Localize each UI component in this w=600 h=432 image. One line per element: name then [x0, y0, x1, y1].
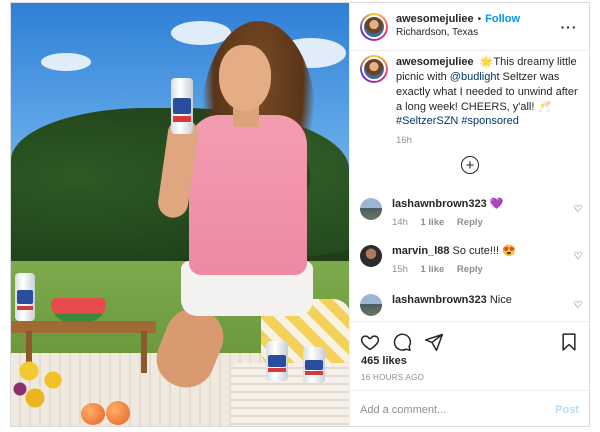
- comment-time[interactable]: 14h: [392, 217, 408, 228]
- follow-button[interactable]: Follow: [485, 13, 520, 27]
- photo-woman-top: [189, 115, 307, 275]
- add-comment-bar: Post: [350, 390, 589, 426]
- commenter-username[interactable]: marvin_l88: [392, 245, 449, 257]
- comment-likes[interactable]: 1 like: [421, 217, 445, 228]
- photo-peach: [81, 403, 105, 425]
- comment-text: Nice: [489, 294, 512, 306]
- photo-flowers: [11, 353, 71, 413]
- comment-time[interactable]: 15h: [392, 264, 408, 275]
- post-location[interactable]: Richardson, Texas: [396, 27, 559, 40]
- photo-seltzer-can: [266, 341, 288, 381]
- commenter-avatar[interactable]: [360, 198, 382, 220]
- hashtag-link[interactable]: #sponsored: [461, 115, 519, 127]
- comment-bubble-icon[interactable]: [392, 332, 412, 352]
- hashtag-link[interactable]: #SeltzerSZN: [396, 115, 458, 127]
- photo-watermelon: [51, 298, 106, 322]
- heart-outline-icon[interactable]: ♡: [571, 251, 585, 277]
- commenter-avatar[interactable]: [360, 245, 382, 267]
- share-plane-icon[interactable]: [424, 332, 444, 352]
- comment-item: lashawnbrown323 Nice ♡: [360, 293, 585, 316]
- like-heart-icon[interactable]: [360, 332, 380, 352]
- cheers-emoji: 🥂: [537, 100, 552, 113]
- commenter-username[interactable]: lashawnbrown323: [392, 198, 487, 210]
- post-caption: awesomejuliee 🌟This dreamy little picnic…: [360, 55, 585, 148]
- comment-likes[interactable]: 1 like: [421, 264, 445, 275]
- photo-table: [11, 321, 156, 333]
- photo-woman-face: [219, 45, 271, 111]
- comment-item: lashawnbrown323 💜 14h 1 like Reply ♡: [360, 197, 585, 230]
- instagram-post-frame: awesomejuliee • Follow Richardson, Texas…: [10, 2, 590, 427]
- photo-seltzer-can: [303, 347, 325, 383]
- caption-mention-link[interactable]: @budlight: [450, 71, 500, 83]
- photo-held-can: [171, 78, 193, 134]
- more-options-icon[interactable]: ···: [559, 19, 579, 35]
- post-photo[interactable]: [11, 3, 349, 426]
- comment-text: 💜: [489, 198, 504, 210]
- caption-time: 16h: [396, 135, 412, 147]
- author-username[interactable]: awesomejuliee: [396, 13, 474, 27]
- likes-count[interactable]: 465 likes: [361, 355, 407, 367]
- post-timestamp[interactable]: 16 HOURS AGO: [361, 373, 424, 382]
- commenter-avatar[interactable]: [360, 294, 382, 316]
- reply-button[interactable]: Reply: [457, 264, 483, 275]
- caption-author-avatar[interactable]: [360, 55, 388, 83]
- photo-peach: [106, 401, 130, 425]
- post-comment-button[interactable]: Post: [555, 404, 579, 416]
- post-header: awesomejuliee • Follow Richardson, Texas…: [350, 3, 589, 51]
- comment-text: So cute!!! 😍: [452, 245, 516, 257]
- save-bookmark-icon[interactable]: [559, 332, 579, 352]
- reply-button[interactable]: Reply: [457, 217, 483, 228]
- photo-table-leg: [141, 331, 147, 373]
- heart-outline-icon[interactable]: ♡: [571, 300, 585, 316]
- sparkle-emoji: 🌟: [479, 56, 494, 68]
- heart-outline-icon[interactable]: ♡: [571, 204, 585, 230]
- author-avatar[interactable]: [360, 12, 388, 41]
- commenter-username[interactable]: lashawnbrown323: [392, 294, 487, 306]
- photo-cloud: [41, 53, 91, 71]
- post-side-panel: awesomejuliee • Follow Richardson, Texas…: [349, 3, 589, 426]
- comment-item: marvin_l88 So cute!!! 😍 15h 1 like Reply…: [360, 244, 585, 277]
- photo-basket: [231, 363, 349, 426]
- add-comment-input[interactable]: [360, 403, 556, 416]
- separator-dot: •: [477, 14, 482, 25]
- photo-seltzer-can: [15, 273, 35, 321]
- plus-circle-icon[interactable]: +: [461, 156, 479, 174]
- caption-username[interactable]: awesomejuliee: [396, 56, 474, 68]
